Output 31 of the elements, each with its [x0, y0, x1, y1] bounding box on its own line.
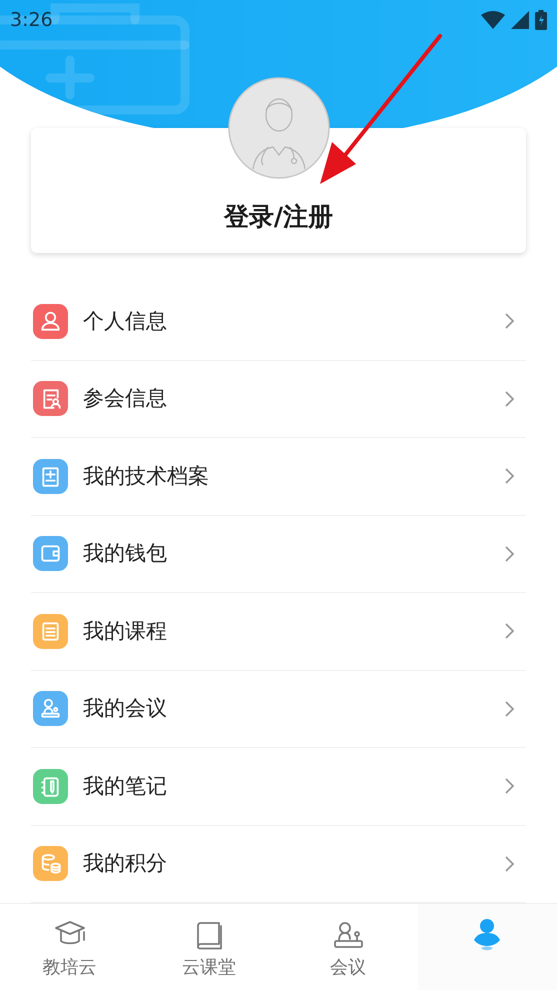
login-button[interactable]: 登录/注册: [224, 204, 334, 229]
chevron-right-icon: [504, 777, 514, 796]
menu-label: 我的技术档案: [83, 462, 209, 490]
chevron-right-icon: [504, 854, 514, 873]
menu-item[interactable]: 个人信息: [31, 283, 526, 360]
menu-item[interactable]: 我的笔记: [31, 748, 526, 826]
tab[interactable]: [418, 904, 557, 990]
chevron-right-icon: [504, 700, 514, 718]
menu-label: 我的会议: [83, 695, 167, 722]
menu-label: 个人信息: [83, 308, 167, 334]
chevron-right-icon: [504, 312, 514, 330]
menu-label: 我的积分: [83, 850, 167, 877]
chevron-right-icon: [504, 544, 514, 563]
avatar-icon: [228, 77, 330, 179]
battery-icon: [535, 10, 547, 30]
chevron-right-icon: [504, 390, 514, 408]
menu-item[interactable]: 我的技术档案: [31, 438, 526, 516]
menu-item[interactable]: 我的积分: [31, 826, 526, 903]
menu-label: 我的笔记: [83, 772, 167, 800]
chevron-right-icon: [504, 622, 514, 640]
menu-label: 我的钱包: [83, 540, 167, 567]
signal-icon: [511, 11, 529, 29]
status-time: 3:26: [10, 8, 53, 33]
menu-label: 参会信息: [83, 385, 167, 412]
menu-item[interactable]: 我的会议: [31, 670, 526, 748]
menu-item[interactable]: 我的钱包: [31, 516, 526, 593]
menu-item[interactable]: 我的课程: [31, 593, 526, 670]
menu-label: 我的课程: [83, 618, 167, 644]
wifi-icon: [481, 11, 505, 29]
chevron-right-icon: [504, 467, 514, 486]
menu-item[interactable]: 参会信息: [31, 360, 526, 438]
